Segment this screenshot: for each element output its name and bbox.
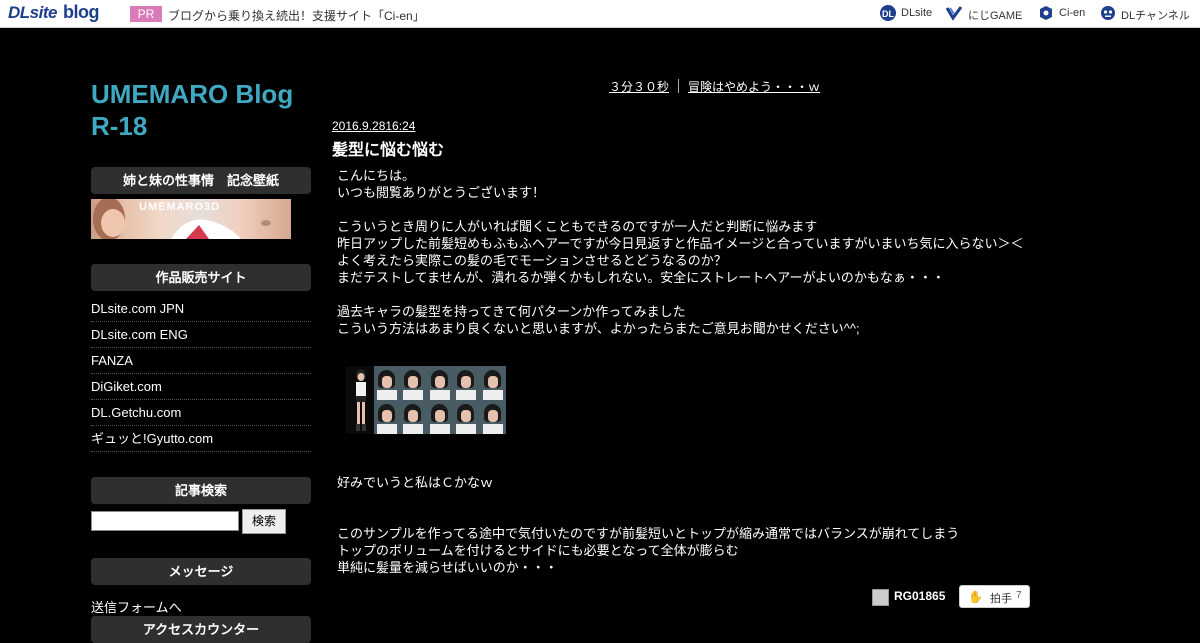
hairstyle-variant xyxy=(400,366,426,400)
sales-heading: 作品販売サイト xyxy=(91,264,311,291)
author-name[interactable]: RG01865 xyxy=(894,589,945,603)
post-line: 好みでいうと私はＣかなｗ xyxy=(337,475,494,490)
hairstyle-variant xyxy=(453,366,479,400)
pager-divider xyxy=(678,79,680,93)
post-line: こういう方法はあまり良くないと思いますが、よかったらまたご意見お聞かせください^… xyxy=(337,321,860,336)
post-body-closing: このサンプルを作ってる途中で気付いたのですが前髪短いとトップが縮み通常ではバラン… xyxy=(337,525,1037,576)
blog-title[interactable]: UMEMARO Blog R-18 xyxy=(91,78,311,142)
post-date[interactable]: 2016.9.2816:24 xyxy=(332,119,415,133)
post-line: いつも閲覧ありがとうございます！ xyxy=(337,185,546,200)
banner-text: UMEMARO3D xyxy=(139,201,221,213)
cien-icon xyxy=(1040,6,1052,20)
sales-link-gyutto[interactable]: ギュッと!Gyutto.com xyxy=(91,426,311,452)
hairstyle-sample-image[interactable] xyxy=(346,366,506,434)
hairstyle-variant xyxy=(427,366,453,400)
author-avatar[interactable] xyxy=(872,589,889,606)
clap-icon: ✋ xyxy=(968,590,983,604)
clap-button[interactable]: ✋ 拍手 7 xyxy=(959,585,1030,608)
post-line: 単純に髪量を減らせばいいのか・・・ xyxy=(337,560,558,575)
topbar-link-dlsite[interactable]: DLsite xyxy=(901,7,932,19)
search-input[interactable] xyxy=(91,511,239,531)
character-figure xyxy=(356,369,366,431)
hairstyle-variant xyxy=(400,400,426,434)
post-body: こんにちは。 いつも閲覧ありがとうございます！ こういうとき周りに人がいれば聞く… xyxy=(337,167,1037,337)
hairstyle-variant xyxy=(480,366,506,400)
sales-link-fanza[interactable]: FANZA xyxy=(91,348,311,374)
post-line: こういうとき周りに人がいれば聞くこともできるのですが一人だと判断に悩みます xyxy=(337,219,818,234)
message-form-link[interactable]: 送信フォームへ xyxy=(91,597,182,616)
post-pager: ３分３０秒 冒険はやめよう・・・ｗ xyxy=(609,78,820,95)
hairstyle-variant xyxy=(427,400,453,434)
topbar-link-cien[interactable]: Ci-en xyxy=(1059,7,1085,19)
wallpaper-banner[interactable]: UMEMARO3D xyxy=(91,199,291,239)
nijigame-icon xyxy=(945,6,963,21)
hairstyle-grid xyxy=(374,366,506,434)
post-line: こんにちは。 xyxy=(337,168,416,183)
post-line: 昨日アップした前髪短めもふもふヘアーですが今日見返すと作品イメージと合っています… xyxy=(337,236,1024,251)
sales-link-dlsite-eng[interactable]: DLsite.com ENG xyxy=(91,322,311,348)
top-bar: DLsite blog PR ブログから乗り換え続出！支援サイト「Ci-en」 … xyxy=(0,0,1200,28)
sales-link-list: DLsite.com JPN DLsite.com ENG FANZA DiGi… xyxy=(91,296,311,452)
hairstyle-variant xyxy=(480,400,506,434)
sales-link-getchu[interactable]: DL.Getchu.com xyxy=(91,400,311,426)
post-line xyxy=(337,286,1037,303)
post-body-choice: 好みでいうと私はＣかなｗ xyxy=(337,474,1037,491)
sales-link-digiket[interactable]: DiGiket.com xyxy=(91,374,311,400)
hairstyle-variant xyxy=(374,400,400,434)
post-line: よく考えたら実際この髪の毛でモーションさせるとどうなるのか？ xyxy=(337,253,727,268)
clap-label: 拍手 xyxy=(990,593,1012,605)
post-line: このサンプルを作ってる途中で気付いたのですが前髪短いとトップが縮み通常ではバラン… xyxy=(337,526,960,541)
message-heading: メッセージ xyxy=(91,558,311,585)
sales-link-dlsite-jpn[interactable]: DLsite.com JPN xyxy=(91,296,311,322)
post-line: 過去キャラの髪型を持ってきて何パターンか作ってみました xyxy=(337,304,686,319)
pr-link[interactable]: ブログから乗り換え続出！支援サイト「Ci-en」 xyxy=(168,7,425,24)
clap-count: 7 xyxy=(1016,590,1022,601)
post-line: トップのボリュームを付けるとサイドにも必要となって全体が膨らむ xyxy=(337,543,739,558)
dlsite-logo[interactable]: DLsite xyxy=(8,3,57,23)
pr-badge: PR xyxy=(130,6,162,22)
dl-logo-icon: DL xyxy=(880,5,896,21)
post-line: まだテストしてませんが、潰れるか弾くかもしれない。安全にストレートヘアーがよいの… xyxy=(337,270,945,285)
search-button[interactable]: 検索 xyxy=(242,509,286,534)
hairstyle-variant xyxy=(453,400,479,434)
hairstyle-variant xyxy=(374,366,400,400)
robot-icon xyxy=(1101,6,1115,20)
post-line xyxy=(337,201,1037,218)
post-title: 髪型に悩む悩む xyxy=(332,142,445,159)
blog-logo[interactable]: blog xyxy=(63,2,100,23)
prev-post-link[interactable]: ３分３０秒 xyxy=(609,80,669,94)
search-heading: 記事検索 xyxy=(91,477,311,504)
topbar-link-nijigame[interactable]: にじGAME xyxy=(968,7,1022,23)
svg-text:DL: DL xyxy=(882,9,894,19)
next-post-link[interactable]: 冒険はやめよう・・・ｗ xyxy=(688,80,820,94)
topbar-link-dlchannel[interactable]: DLチャンネル xyxy=(1121,7,1190,23)
wallpaper-heading: 姉と妹の性事情 記念壁紙 xyxy=(91,167,311,194)
